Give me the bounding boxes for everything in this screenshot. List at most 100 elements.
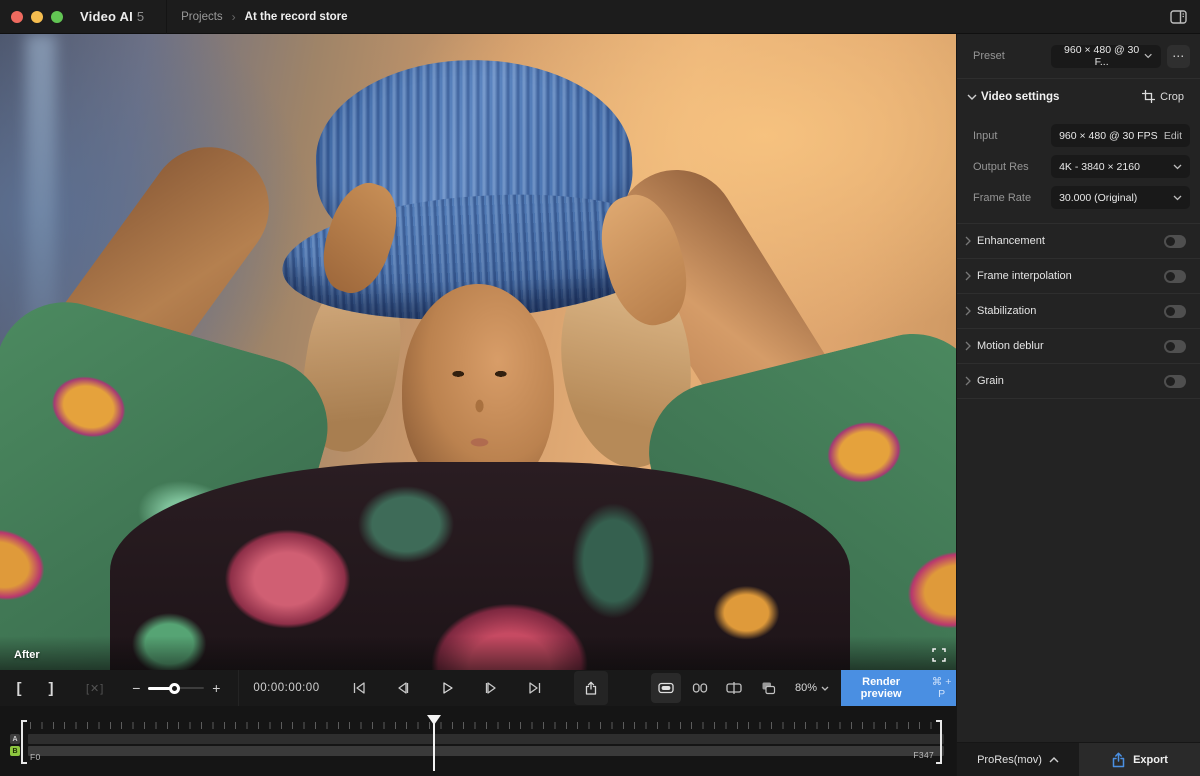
loop-icon (583, 680, 599, 697)
slider-knob[interactable] (169, 683, 180, 694)
start-frame-label: F0 (30, 752, 41, 762)
motion-deblur-section[interactable]: Motion deblur (957, 329, 1200, 363)
chevron-down-icon (1144, 53, 1152, 59)
stabilization-toggle[interactable] (1164, 305, 1186, 318)
grain-toggle[interactable] (1164, 375, 1186, 388)
export-button[interactable]: Export (1079, 743, 1200, 776)
motion-deblur-toggle[interactable] (1164, 340, 1186, 353)
app-window: Video AI 5 Projects › At the record stor… (0, 0, 1200, 776)
frame-interpolation-toggle[interactable] (1164, 270, 1186, 283)
output-res-value: 4K - 3840 × 2160 (1059, 161, 1140, 173)
previous-frame-button[interactable] (388, 673, 418, 703)
trim-end-handle[interactable] (936, 720, 942, 764)
fullscreen-icon (931, 647, 947, 663)
render-preview-button[interactable]: Render preview ⌘ + P (841, 670, 956, 706)
step-back-icon (395, 680, 411, 696)
timeline-zoom-out-button[interactable]: − (128, 680, 144, 696)
chevron-right-icon (965, 271, 971, 281)
app-title: Video AI (80, 9, 133, 24)
loop-playback-button[interactable] (574, 671, 608, 705)
app-version: 5 (137, 9, 144, 24)
breadcrumb-projects[interactable]: Projects (181, 11, 223, 23)
input-value-pill: 960 × 480 @ 30 FPS Edit (1051, 124, 1190, 147)
view-split-button[interactable] (719, 673, 749, 703)
video-settings-header[interactable]: Video settings Crop (957, 79, 1200, 114)
input-value: 960 × 480 @ 30 FPS (1059, 130, 1158, 142)
breadcrumb-separator: › (232, 10, 236, 24)
chevron-right-icon (965, 306, 971, 316)
titlebar-divider (166, 0, 167, 34)
preset-label: Preset (973, 50, 1051, 62)
ab-compare-icon (759, 680, 777, 696)
export-footer: ProRes(mov) Export (957, 742, 1200, 776)
view-side-by-side-button[interactable] (685, 673, 715, 703)
titlebar: Video AI 5 Projects › At the record stor… (0, 0, 1200, 34)
toggle-sidebar-button[interactable] (1166, 7, 1190, 27)
playhead-line (433, 723, 435, 771)
skip-to-end-button[interactable] (520, 673, 550, 703)
trim-start-handle[interactable] (21, 720, 27, 764)
frame-interpolation-label: Frame interpolation (977, 270, 1164, 282)
frame-rate-select[interactable]: 30.000 (Original) (1051, 186, 1190, 209)
timeline-zoom-in-button[interactable]: + (208, 680, 224, 696)
enhancement-toggle[interactable] (1164, 235, 1186, 248)
preview-zoom-select[interactable]: 80% (795, 682, 829, 694)
view-compare-ab-button[interactable] (753, 673, 783, 703)
track-a-badge: A (10, 734, 20, 744)
frame-interpolation-section[interactable]: Frame interpolation (957, 259, 1200, 293)
preset-value: 960 × 480 @ 30 F... (1059, 44, 1144, 68)
single-view-icon (657, 680, 675, 696)
crop-label: Crop (1160, 91, 1184, 103)
settings-sidebar: Preset 960 × 480 @ 30 F... ⋯ Video setti… (956, 34, 1200, 776)
next-frame-button[interactable] (476, 673, 506, 703)
timeline-zoom-slider[interactable] (148, 682, 204, 694)
export-format-select[interactable]: ProRes(mov) (957, 743, 1079, 776)
grain-section[interactable]: Grain (957, 364, 1200, 398)
input-edit-button[interactable]: Edit (1164, 130, 1182, 142)
mark-out-button[interactable]: ] (38, 675, 64, 701)
step-forward-icon (483, 680, 499, 696)
playhead[interactable] (427, 715, 441, 771)
chevron-down-icon (1173, 195, 1182, 201)
render-preview-shortcut: ⌘ + P (927, 676, 956, 700)
minimize-window-button[interactable] (31, 11, 43, 23)
chevron-right-icon (965, 236, 971, 246)
close-window-button[interactable] (11, 11, 23, 23)
play-button[interactable] (432, 673, 462, 703)
input-row: Input 960 × 480 @ 30 FPS Edit (957, 120, 1200, 151)
chevron-down-icon (1173, 164, 1182, 170)
timeline[interactable]: A B F0 F347 (0, 706, 956, 776)
preset-more-button[interactable]: ⋯ (1167, 45, 1190, 68)
crop-button[interactable]: Crop (1142, 90, 1184, 103)
output-res-select[interactable]: 4K - 3840 × 2160 (1051, 155, 1190, 178)
view-single-button[interactable] (651, 673, 681, 703)
timeline-track-b[interactable] (28, 746, 944, 756)
video-preview[interactable]: After (0, 34, 956, 670)
chevron-right-icon (965, 376, 971, 386)
skip-to-start-button[interactable] (344, 673, 374, 703)
enhancement-section[interactable]: Enhancement (957, 224, 1200, 258)
two-up-view-icon (691, 680, 709, 696)
output-res-label: Output Res (973, 161, 1051, 173)
stabilization-section[interactable]: Stabilization (957, 294, 1200, 328)
preset-select[interactable]: 960 × 480 @ 30 F... (1051, 45, 1161, 68)
frame-rate-value: 30.000 (Original) (1059, 192, 1137, 204)
export-label: Export (1133, 754, 1168, 766)
chevron-down-icon (967, 94, 977, 100)
frame-rate-row: Frame Rate 30.000 (Original) (957, 182, 1200, 213)
frame-rate-label: Frame Rate (973, 192, 1051, 204)
export-format-value: ProRes(mov) (977, 754, 1042, 766)
clear-marks-button[interactable]: [✕] (86, 682, 104, 695)
preset-row: Preset 960 × 480 @ 30 F... ⋯ (957, 34, 1200, 78)
fullscreen-button[interactable] (930, 646, 948, 664)
grain-label: Grain (977, 375, 1164, 387)
sidebar-panel-icon (1170, 10, 1187, 24)
preview-bottom-gradient (0, 636, 956, 670)
timeline-track-a[interactable] (28, 734, 944, 744)
export-icon (1111, 752, 1126, 768)
mark-in-button[interactable]: [ (6, 675, 32, 701)
maximize-window-button[interactable] (51, 11, 63, 23)
enhancement-label: Enhancement (977, 235, 1164, 247)
skip-start-icon (351, 680, 367, 696)
timeline-ruler[interactable] (30, 722, 938, 729)
